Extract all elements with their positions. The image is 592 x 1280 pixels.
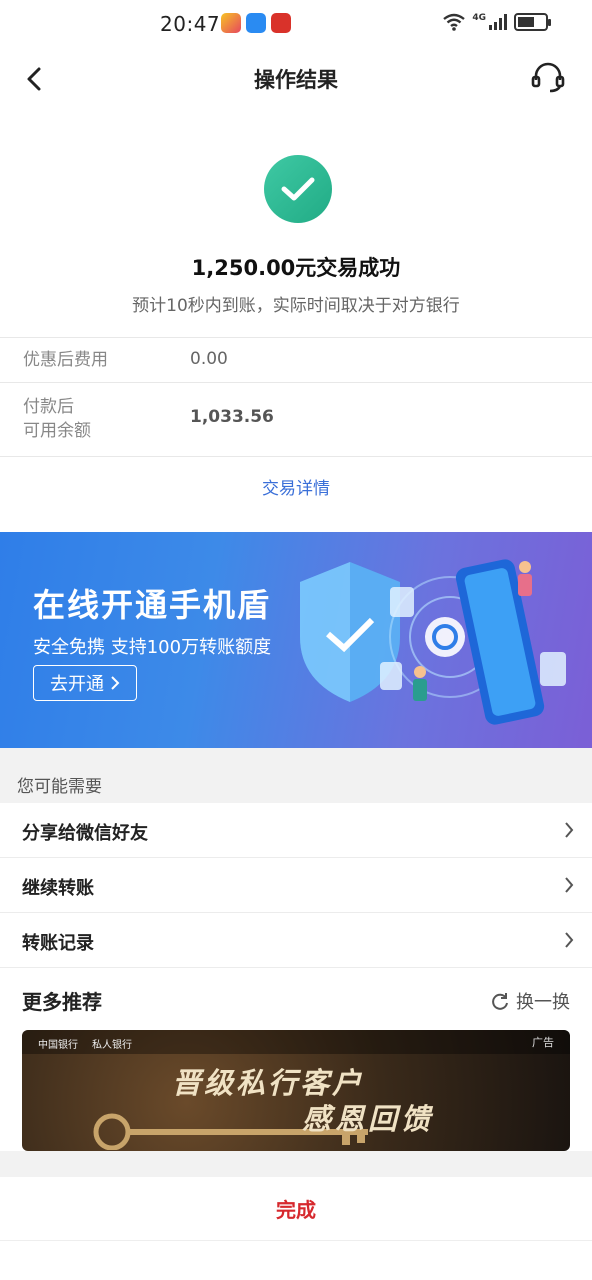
status-time: 20:47: [160, 12, 221, 36]
fee-row: 优惠后费用 0.00: [0, 337, 592, 382]
result-title: 1,250.00元交易成功: [191, 256, 401, 280]
chevron-right-icon: [111, 676, 120, 690]
signal-icon: [489, 14, 507, 30]
status-bar: 20:47 4G: [0, 0, 592, 52]
nav-bar: 操作结果: [0, 52, 592, 104]
list-item-transfer-records[interactable]: 转账记录: [0, 913, 592, 968]
banner-open-button[interactable]: 去开通: [33, 665, 137, 701]
chevron-right-icon: [565, 822, 574, 838]
ad-logos: 中国银行 私人银行: [38, 1036, 132, 1051]
banner-subtitle: 安全免携 支持100万转账额度: [33, 637, 272, 658]
private-banking-ad[interactable]: 中国银行 私人银行 广告 晋级私行客户 感恩回馈: [22, 1030, 570, 1151]
ad-tag: 广告: [532, 1036, 554, 1049]
ad-header: 中国银行 私人银行 广告: [22, 1030, 570, 1054]
done-button[interactable]: 完成: [0, 1177, 592, 1241]
list-item-label: 继续转账: [22, 878, 94, 899]
more-recommend-title: 更多推荐: [22, 990, 102, 1014]
result-subtitle: 预计10秒内到账，实际时间取决于对方银行: [132, 296, 460, 316]
success-check-icon: [264, 155, 332, 223]
chevron-right-icon: [565, 877, 574, 893]
status-right: 4G: [442, 13, 551, 31]
wifi-icon: [443, 13, 466, 31]
chevron-right-icon: [565, 932, 574, 948]
banner-open-label: 去开通: [50, 674, 104, 695]
battery-icon: [514, 13, 551, 31]
notification-icons: [221, 13, 291, 33]
fee-value: 0.00: [190, 349, 228, 369]
list-item-continue-transfer[interactable]: 继续转账: [0, 858, 592, 913]
bottom-spacer: [0, 1151, 592, 1177]
refresh-button[interactable]: 换一换: [490, 988, 570, 1014]
network-type: 4G: [472, 13, 486, 23]
you-may-need-section: 您可能需要: [0, 748, 592, 803]
banner-title: 在线开通手机盾: [33, 586, 272, 624]
refresh-label: 换一换: [516, 992, 570, 1013]
list-item-label: 转账记录: [22, 933, 94, 954]
refresh-icon: [492, 993, 508, 1010]
boc-logo: 中国银行: [38, 1040, 78, 1051]
transaction-detail-link[interactable]: 交易详情: [0, 474, 592, 499]
app-notification-icon: [221, 13, 241, 33]
app-notification-icon: [271, 13, 291, 33]
list-item-label: 分享给微信好友: [22, 823, 148, 844]
private-banking-logo: 私人银行: [92, 1040, 132, 1051]
balance-row: 付款后 可用余额 1,033.56: [0, 382, 592, 457]
balance-label: 付款后 可用余额: [23, 397, 91, 441]
banner-illustration: [300, 559, 566, 725]
section-title: 您可能需要: [17, 777, 102, 797]
app-notification-icon: [246, 13, 266, 33]
list-item-share-wechat[interactable]: 分享给微信好友: [0, 803, 592, 858]
fee-label: 优惠后费用: [23, 350, 108, 370]
customer-service-icon[interactable]: [530, 60, 566, 96]
page-title: 操作结果: [254, 68, 338, 92]
ad-subheadline: 感恩回馈: [302, 1102, 435, 1136]
balance-value: 1,033.56: [190, 407, 274, 427]
mobile-shield-banner[interactable]: 在线开通手机盾 安全免携 支持100万转账额度 去开通: [0, 532, 592, 748]
